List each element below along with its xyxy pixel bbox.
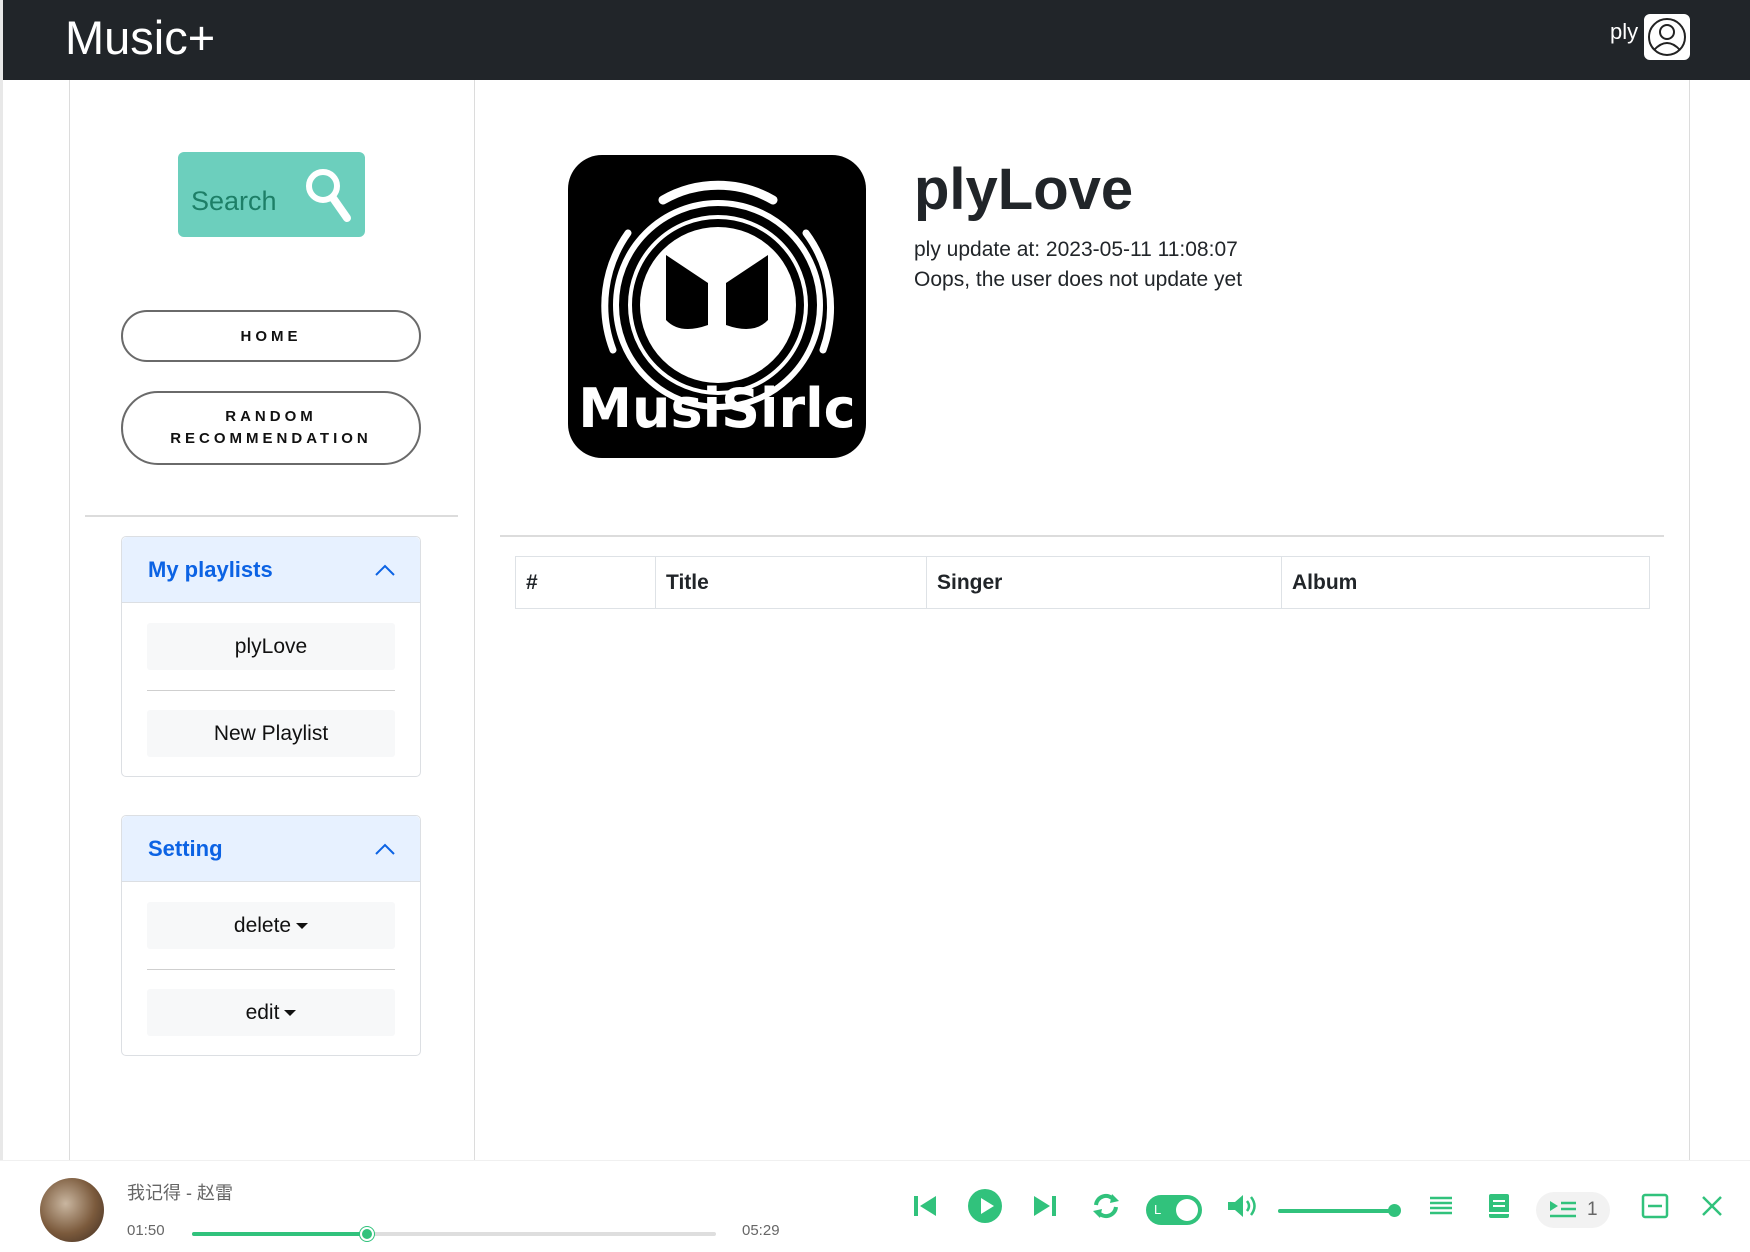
search-icon (306, 169, 351, 222)
edit-dropdown[interactable]: edit (147, 989, 395, 1036)
sidebar: Search HOME RANDOM RECOMMENDATION My pla… (70, 80, 474, 1160)
layout-divider (474, 80, 475, 1160)
search-label: Search (191, 186, 277, 216)
now-playing-album-art[interactable] (40, 1178, 104, 1242)
lyrics-toggle[interactable]: L (1146, 1195, 1202, 1225)
setting-header[interactable]: Setting (122, 816, 420, 882)
my-playlists-accordion: My playlists plyLove New Playlist (121, 536, 421, 777)
user-name[interactable]: ply (1610, 19, 1638, 45)
delete-label: delete (233, 913, 292, 937)
volume-slider[interactable] (1278, 1204, 1402, 1217)
toggle-knob (1176, 1199, 1198, 1221)
minimize-player-icon[interactable] (1640, 1191, 1670, 1221)
column-header-album[interactable]: Album (1281, 556, 1650, 609)
lyrics-book-icon[interactable] (1486, 1191, 1512, 1221)
playback-progress-bar[interactable] (192, 1227, 716, 1241)
caret-down-icon (284, 1009, 297, 1016)
setting-separator (147, 969, 395, 970)
volume-handle[interactable] (1388, 1204, 1402, 1217)
cover-logo-text: MusiSirlc (578, 377, 855, 440)
queue-count: 1 (1587, 1199, 1598, 1220)
queue-button[interactable]: 1 (1536, 1192, 1610, 1228)
main-divider (500, 535, 1664, 537)
setting-title: Setting (148, 836, 223, 861)
random-label-line2: RECOMMENDATION (170, 430, 372, 447)
playlist-description: Oops, the user does not update yet (914, 268, 1243, 291)
playlist-title: plyLove (914, 157, 1134, 222)
column-header-singer[interactable]: Singer (926, 556, 1282, 609)
now-playing-track: 我记得 - 赵雷 (127, 1183, 233, 1203)
next-track-icon[interactable] (1030, 1191, 1060, 1221)
current-time: 01:50 (127, 1222, 165, 1239)
play-icon[interactable] (966, 1187, 1004, 1225)
edit-label: edit (245, 1000, 280, 1024)
caret-down-icon (296, 922, 309, 929)
progress-handle[interactable] (360, 1227, 375, 1241)
my-playlists-header[interactable]: My playlists (122, 537, 420, 603)
random-label-line1: RANDOM (225, 408, 317, 425)
chevron-up-icon (375, 843, 395, 855)
search-button[interactable]: Search (178, 152, 365, 237)
volume-fill (1278, 1209, 1396, 1213)
home-label: HOME (240, 327, 302, 345)
home-button[interactable]: HOME (121, 310, 421, 362)
layout-divider (1689, 80, 1690, 1160)
random-recommendation-button[interactable]: RANDOM RECOMMENDATION (121, 391, 421, 465)
queue-icon (1550, 1201, 1576, 1218)
sidebar-divider (85, 515, 458, 517)
playlist-updated: ply update at: 2023-05-11 11:08:07 (914, 238, 1238, 261)
volume-icon[interactable] (1226, 1191, 1260, 1221)
top-navbar: Music+ ply (3, 0, 1750, 80)
playlist-meta: ply update at: 2023-05-11 11:08:07 Oops,… (914, 235, 1242, 295)
repeat-icon[interactable] (1090, 1191, 1122, 1221)
music-player-bar: 我记得 - 赵雷 01:50 05:29 L 1 (0, 1160, 1750, 1252)
playlist-cover: MusiSirlc (568, 155, 866, 458)
playlist-item-new-playlist[interactable]: New Playlist (147, 710, 395, 757)
chevron-up-icon (375, 564, 395, 576)
my-playlists-title: My playlists (148, 557, 273, 582)
songs-table: # Title Singer Album (515, 556, 1650, 609)
close-icon[interactable] (1698, 1191, 1726, 1221)
column-header-title[interactable]: Title (655, 556, 927, 609)
playlist-separator (147, 690, 395, 691)
playlist-lines-icon[interactable] (1428, 1191, 1454, 1221)
table-header-row: # Title Singer Album (515, 556, 1650, 609)
delete-dropdown[interactable]: delete (147, 902, 395, 949)
setting-accordion: Setting delete edit (121, 815, 421, 1056)
window-left-edge (0, 0, 3, 1252)
playlist-item-plylove[interactable]: plyLove (147, 623, 395, 670)
column-header-index[interactable]: # (515, 556, 656, 609)
total-time: 05:29 (742, 1222, 780, 1239)
progress-fill (192, 1232, 368, 1236)
app-brand[interactable]: Music+ (65, 10, 215, 65)
lyrics-toggle-label: L (1154, 1202, 1162, 1217)
previous-track-icon[interactable] (910, 1191, 940, 1221)
avatar-icon[interactable] (1644, 14, 1690, 60)
